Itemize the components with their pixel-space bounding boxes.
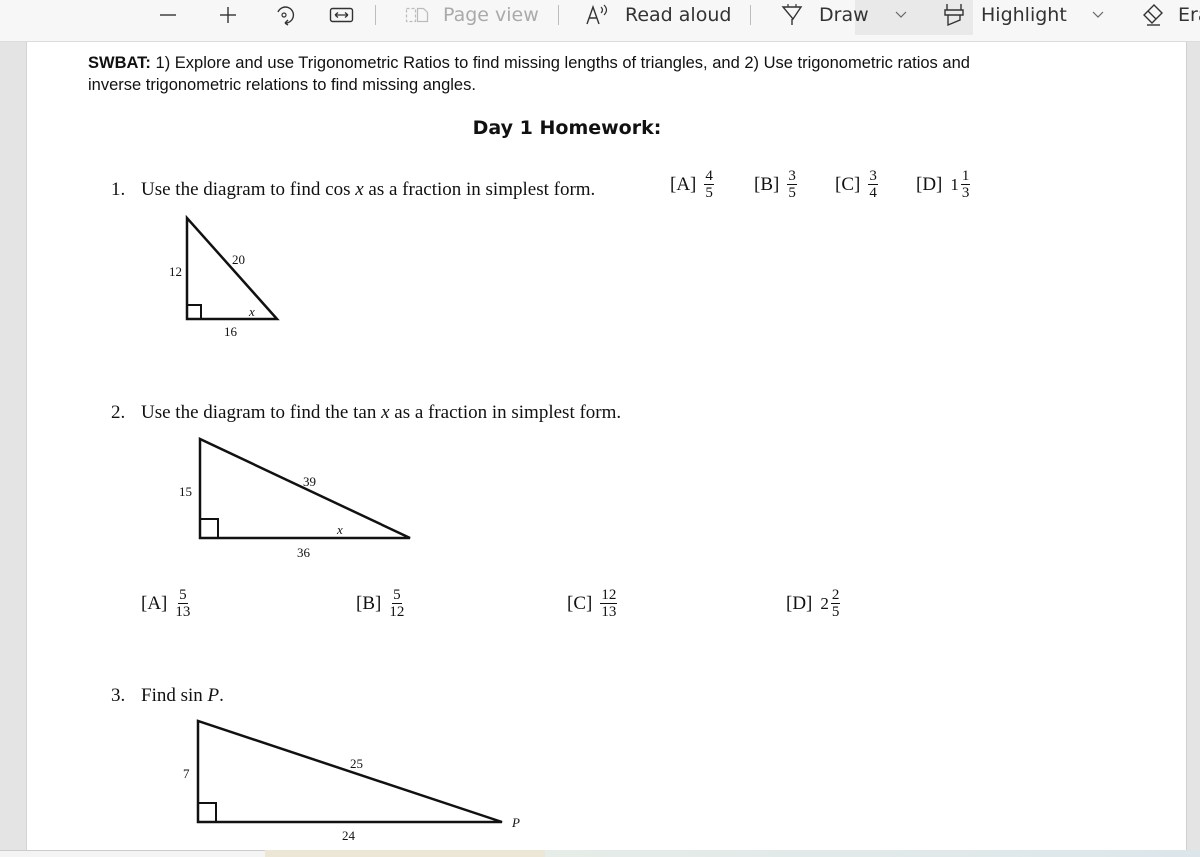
triangle — [185, 214, 280, 321]
q2-choice-a[interactable]: [A] 5 13 — [141, 587, 190, 620]
plus-icon — [218, 5, 238, 25]
fit-width-icon — [329, 5, 355, 25]
hypotenuse-label: 20 — [232, 252, 245, 267]
draw-label: Draw — [819, 4, 869, 26]
toolbar-separator — [375, 5, 376, 25]
right-angle-marker — [199, 518, 219, 539]
question-number: 3. — [111, 685, 126, 706]
angle-label: x — [248, 304, 255, 319]
choice-label: [B] — [754, 173, 780, 195]
choice-label: [A] — [141, 592, 168, 614]
choice-whole-number: 1 — [950, 174, 959, 194]
highlight-button[interactable]: Highlight — [943, 0, 1067, 30]
question-variable: P — [207, 685, 220, 706]
erase-button[interactable]: Era — [1140, 0, 1200, 30]
highlight-options-dropdown[interactable] — [1092, 0, 1104, 30]
horizontal-scrollbar-area — [0, 850, 1200, 857]
toolbar-separator — [558, 5, 559, 25]
fit-to-width-button[interactable] — [329, 0, 355, 30]
zoom-in-button[interactable] — [218, 0, 238, 30]
choice-fraction: 5 12 — [389, 587, 405, 620]
hypotenuse-label: 39 — [303, 474, 316, 489]
choice-label: [C] — [567, 592, 593, 614]
choice-fraction: 13 — [960, 168, 971, 201]
highlighter-icon — [943, 3, 965, 27]
right-angle-marker — [186, 304, 202, 320]
homework-title: Day 1 Homework: — [472, 117, 662, 139]
draw-options-dropdown[interactable] — [895, 0, 907, 30]
read-aloud-icon — [585, 4, 611, 26]
choice-fraction: 45 — [704, 168, 714, 201]
right-angle-marker — [197, 802, 217, 823]
swbat-text: 1) Explore and use Trigonometric Ratios … — [88, 54, 970, 94]
leg-horizontal-label: 24 — [342, 828, 356, 843]
question-variable: x — [381, 402, 390, 423]
vertical-scrollbar[interactable] — [1186, 42, 1200, 850]
toolbar-separator — [750, 5, 751, 25]
erase-label: Era — [1178, 4, 1200, 26]
choice-fraction: 5 13 — [175, 587, 191, 620]
swbat-label: SWBAT: — [88, 54, 151, 72]
leg-vertical-label: 7 — [183, 766, 190, 781]
question-number: 2. — [111, 402, 126, 423]
viewer-left-margin — [0, 42, 27, 850]
q1-choice-d[interactable]: [D] 1 13 — [916, 168, 971, 201]
choice-label: [B] — [356, 592, 382, 614]
draw-button[interactable]: Draw — [781, 0, 869, 30]
question-3: 3. Find sin P. — [111, 685, 224, 706]
choice-label: [D] — [916, 173, 943, 195]
choice-fraction: 12 13 — [600, 587, 618, 620]
minus-icon — [158, 5, 178, 25]
choice-label: [A] — [670, 173, 697, 195]
q2-triangle-diagram: 15 39 x 36 — [179, 437, 411, 560]
q1-triangle-diagram: 12 20 x 16 — [169, 214, 280, 339]
read-aloud-label: Read aloud — [625, 4, 732, 26]
pdf-page: SWBAT: 1) Explore and use Trigonometric … — [27, 42, 1186, 850]
pdf-toolbar: Page view Read aloud Draw Highlight Er — [0, 0, 1200, 42]
leg-horizontal-label: 16 — [224, 324, 238, 339]
vertex-p-label: P — [511, 815, 520, 830]
page-view-label: Page view — [443, 4, 539, 26]
leg-vertical-label: 12 — [169, 264, 182, 279]
page-view-icon — [405, 5, 431, 25]
leg-horizontal-label: 36 — [297, 545, 311, 560]
choice-fraction: 34 — [868, 168, 878, 201]
highlight-label: Highlight — [981, 4, 1067, 26]
question-2: 2. Use the diagram to find the tan x as a… — [111, 402, 622, 423]
q3-triangle-diagram: 7 25 P 24 — [183, 719, 520, 843]
q2-choice-c[interactable]: [C] 12 13 — [567, 587, 618, 620]
chevron-down-icon — [895, 11, 907, 19]
eraser-icon — [1140, 3, 1164, 27]
choice-fraction: 35 — [787, 168, 797, 201]
draw-pen-icon — [781, 3, 803, 27]
question-number: 1. — [111, 179, 126, 200]
page-view-button[interactable]: Page view — [405, 0, 539, 30]
zoom-out-button[interactable] — [158, 0, 178, 30]
choice-label: [D] — [786, 592, 813, 614]
angle-label: x — [336, 522, 343, 537]
rotate-button[interactable] — [272, 0, 296, 30]
question-1: 1. Use the diagram to find cos x as a fra… — [111, 179, 596, 200]
chevron-down-icon — [1092, 11, 1104, 19]
q1-choice-b[interactable]: [B] 35 — [754, 168, 797, 201]
choice-whole-number: 2 — [820, 593, 829, 613]
choice-fraction: 25 — [830, 587, 841, 620]
leg-vertical-label: 15 — [179, 484, 192, 499]
choice-label: [C] — [835, 173, 861, 195]
swbat-objective: SWBAT: 1) Explore and use Trigonometric … — [88, 52, 1008, 96]
rotate-icon — [272, 3, 296, 27]
q2-choice-d[interactable]: [D] 2 25 — [786, 587, 841, 620]
triangle — [196, 719, 503, 824]
read-aloud-button[interactable]: Read aloud — [585, 0, 731, 30]
hypotenuse-label: 25 — [350, 756, 363, 771]
q1-choice-c[interactable]: [C] 34 — [835, 168, 878, 201]
question-variable: x — [355, 179, 364, 200]
q2-choice-b[interactable]: [B] 5 12 — [356, 587, 404, 620]
q1-choice-a[interactable]: [A] 45 — [670, 168, 714, 201]
